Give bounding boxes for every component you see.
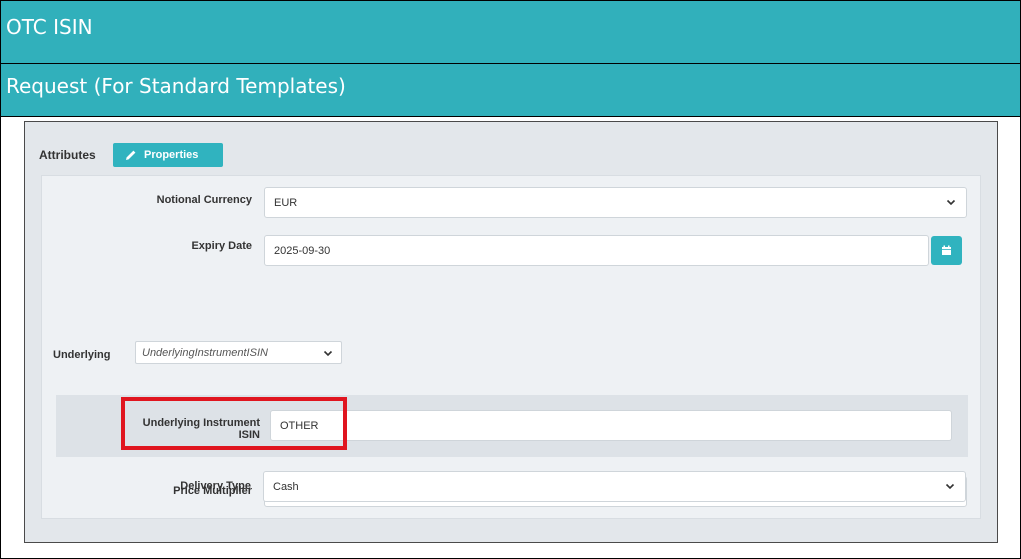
document-table: OTC ISIN Request (For Standard Templates…	[0, 0, 1021, 559]
underlying-select[interactable]: UnderlyingInstrumentISIN	[135, 341, 342, 364]
chevron-down-icon	[323, 350, 333, 357]
subtitle-row: Request (For Standard Templates)	[1, 64, 1020, 117]
highlight-box	[121, 397, 347, 450]
underlying-value: UnderlyingInstrumentISIN	[142, 346, 268, 359]
doc-title: OTC ISIN	[6, 15, 93, 39]
doc-subtitle: Request (For Standard Templates)	[6, 74, 346, 98]
chevron-down-icon	[945, 483, 955, 490]
attributes-label: Attributes	[39, 148, 96, 162]
properties-button[interactable]: Properties	[113, 143, 223, 167]
calendar-icon	[942, 245, 951, 255]
expiry-date-input[interactable]: 2025-09-30	[264, 235, 929, 266]
notional-currency-label: Notional Currency	[156, 194, 252, 206]
title-row: OTC ISIN	[1, 1, 1020, 64]
embedded-screenshot: Attributes Properties Notional Currency …	[24, 121, 998, 543]
underlying-label: Underlying	[53, 349, 111, 361]
calendar-button[interactable]	[931, 236, 962, 265]
properties-button-label: Properties	[144, 149, 199, 161]
pencil-icon	[126, 150, 136, 160]
delivery-type-select[interactable]: Cash	[263, 471, 966, 502]
expiry-date-label: Expiry Date	[191, 240, 252, 252]
delivery-type-label: Delivery Type	[180, 480, 251, 492]
notional-currency-value: EUR	[274, 196, 298, 209]
expiry-date-value: 2025-09-30	[274, 244, 331, 257]
attributes-panel: Notional Currency EUR Expiry Date 2025-0…	[41, 175, 981, 519]
notional-currency-select[interactable]: EUR	[264, 187, 967, 218]
delivery-type-value: Cash	[273, 480, 299, 493]
underlying-isin-input[interactable]: OTHER	[270, 410, 952, 441]
chevron-down-icon	[946, 199, 956, 206]
